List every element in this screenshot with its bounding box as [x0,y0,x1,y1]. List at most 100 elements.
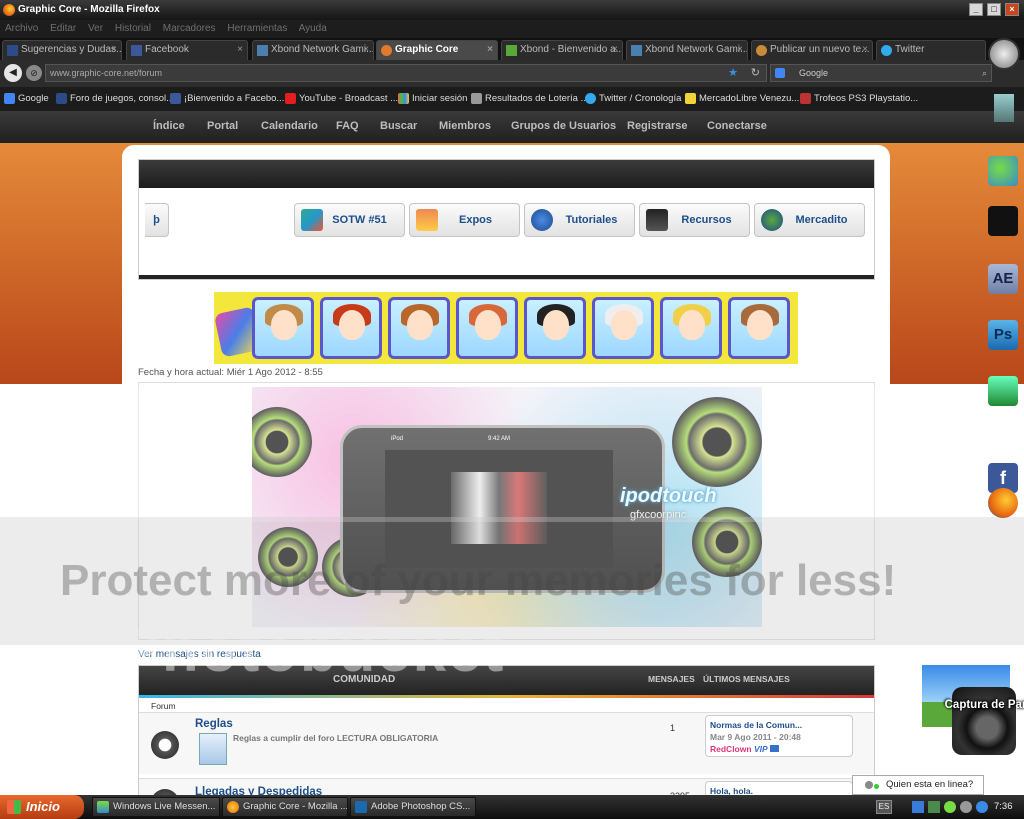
tab-close-icon[interactable]: × [612,41,618,59]
recursos-button[interactable]: Recursos [639,203,750,237]
photoshop-icon[interactable]: Ps [988,320,1018,350]
bookmark-foro[interactable]: Foro de juegos, consol... [56,87,174,111]
volume-icon[interactable] [960,801,972,813]
bookmark-label: Foro de juegos, consol... [70,93,175,104]
button-label: Tutoriales [565,214,618,226]
portal-button-partial[interactable]: þ [145,203,169,237]
nav-indice[interactable]: Índice [153,120,185,132]
forum-subheader: Forum [151,701,176,711]
taskbar-firefox[interactable]: Graphic Core - Mozilla ... [222,797,348,817]
last-post-user[interactable]: RedClown [710,744,752,754]
avatar [456,297,518,359]
bookmark-star-icon[interactable]: ★ [728,65,738,81]
reload-icon[interactable]: ↻ [751,65,760,81]
online-status-icon [874,784,879,789]
menu-editar[interactable]: Editar [50,23,76,34]
nav-faq[interactable]: FAQ [336,120,359,132]
close-button[interactable]: × [1005,3,1019,16]
bookmark-twitter[interactable]: Twitter / Cronología [585,87,681,111]
app-icon[interactable] [988,376,1018,406]
mercadito-button[interactable]: Mercadito [754,203,865,237]
current-datetime: Fecha y hora actual: Miér 1 Ago 2012 - 8… [138,367,323,378]
tab-close-icon[interactable]: × [862,41,868,59]
tab-xbond-2[interactable]: Xbond Network Gami... × [626,40,748,60]
users-icon[interactable] [928,801,940,813]
messenger-icon[interactable] [988,156,1018,186]
firefox-icon[interactable] [988,488,1018,518]
search-engine-label: Google [799,68,829,78]
update-icon[interactable] [976,801,988,813]
site-identity-icon[interactable]: ⊘ [26,65,42,81]
recycle-bin-icon[interactable] [994,94,1014,122]
last-post-title[interactable]: Hola, hola. [710,785,848,795]
tab-close-icon[interactable]: × [237,41,243,59]
trophy-icon [800,93,811,104]
bookmark-youtube[interactable]: YouTube - Broadcast ... [285,87,398,111]
menu-archivo[interactable]: Archivo [5,23,38,34]
network-icon[interactable] [912,801,924,813]
tab-publicar[interactable]: Publicar un nuevo te... × [751,40,873,60]
bookmark-facebook[interactable]: ¡Bienvenido a Facebo... [170,87,284,111]
clock-gadget-icon[interactable] [988,38,1020,70]
tutoriales-button[interactable]: Tutoriales [524,203,635,237]
sotw-button[interactable]: SOTW #51 [294,203,405,237]
bookmark-mercadolibre[interactable]: MercadoLibre Venezu... [685,87,799,111]
bookmark-iniciar-sesion[interactable]: Iniciar sesión [398,87,467,111]
mercadolibre-icon [685,93,696,104]
expos-button[interactable]: Expos [409,203,520,237]
nav-miembros[interactable]: Miembros [439,120,491,132]
nav-portal[interactable]: Portal [207,120,238,132]
vip-badge: VIP [753,744,768,754]
tab-close-icon[interactable]: × [111,41,117,59]
forum-title[interactable]: Llegadas y Despedidas [195,786,322,795]
menu-ver[interactable]: Ver [88,23,103,34]
maximize-button[interactable]: □ [987,3,1001,16]
start-button[interactable]: Inicio [0,795,84,819]
bookmark-trofeos[interactable]: Trofeos PS3 Playstatio... [800,87,918,111]
menu-historial[interactable]: Historial [115,23,151,34]
tab-close-icon[interactable]: × [487,41,493,59]
tab-twitter[interactable]: Twitter [876,40,986,60]
minimize-button[interactable]: _ [969,3,983,16]
window-title-bar: Graphic Core - Mozilla Firefox _ □ × [0,0,1024,20]
nav-conectarse[interactable]: Conectarse [707,120,767,132]
nav-registrarse[interactable]: Registrarse [627,120,688,132]
forum-title[interactable]: Reglas [195,718,233,730]
tab-xbond-1[interactable]: Xbond Network Gami... × [252,40,374,60]
menu-ayuda[interactable]: Ayuda [299,23,327,34]
after-effects-icon[interactable]: AE [988,264,1018,294]
monkey-icon [756,45,767,56]
tab-graphic-core[interactable]: Graphic Core × [376,40,498,60]
nav-calendario[interactable]: Calendario [261,120,318,132]
tab-facebook[interactable]: Facebook × [126,40,248,60]
taskbar-photoshop[interactable]: Adobe Photoshop CS... [350,797,476,817]
back-button[interactable]: ◀ [4,64,22,82]
language-indicator[interactable]: ES [876,800,892,814]
search-bar[interactable]: Google ⌕ [770,64,992,82]
tab-bar: Sugerencias y Dudas... × Facebook × Xbon… [0,38,1024,60]
tab-xbond-bienvenido[interactable]: Xbond - Bienvenido a... × [501,40,623,60]
bookmark-label: Iniciar sesión [412,93,468,104]
screen-capture-widget[interactable]: Captura de Pantalla [918,661,1024,761]
nav-grupos[interactable]: Grupos de Usuarios [511,120,616,132]
who-is-online-popup[interactable]: Quien esta en linea? [852,775,984,795]
go-to-post-icon[interactable] [770,745,780,752]
avatar [388,297,450,359]
bookmark-loteria[interactable]: Resultados de Lotería ... [471,87,589,111]
nav-buscar[interactable]: Buscar [380,120,417,132]
clock[interactable]: 7:36 [994,795,1013,819]
menu-marcadores[interactable]: Marcadores [163,23,216,34]
avatar [592,297,654,359]
camera-icon[interactable] [988,206,1018,236]
tab-close-icon[interactable]: × [737,41,743,59]
url-bar[interactable]: www.graphic-core.net/forum ★ ↻ [45,64,767,82]
last-post-title[interactable]: Normas de la Comun... [710,719,848,731]
portal-header: þ SOTW #51 Expos Tutoriales Recursos Mer… [138,159,875,280]
tab-sugerencias[interactable]: Sugerencias y Dudas... × [2,40,122,60]
messenger-tray-icon[interactable] [944,801,956,813]
taskbar-messenger[interactable]: Windows Live Messen... [92,797,220,817]
menu-herramientas[interactable]: Herramientas [227,23,287,34]
bookmark-google[interactable]: Google [4,87,49,111]
tab-close-icon[interactable]: × [363,41,369,59]
tab-label: Sugerencias y Dudas... [21,44,122,55]
